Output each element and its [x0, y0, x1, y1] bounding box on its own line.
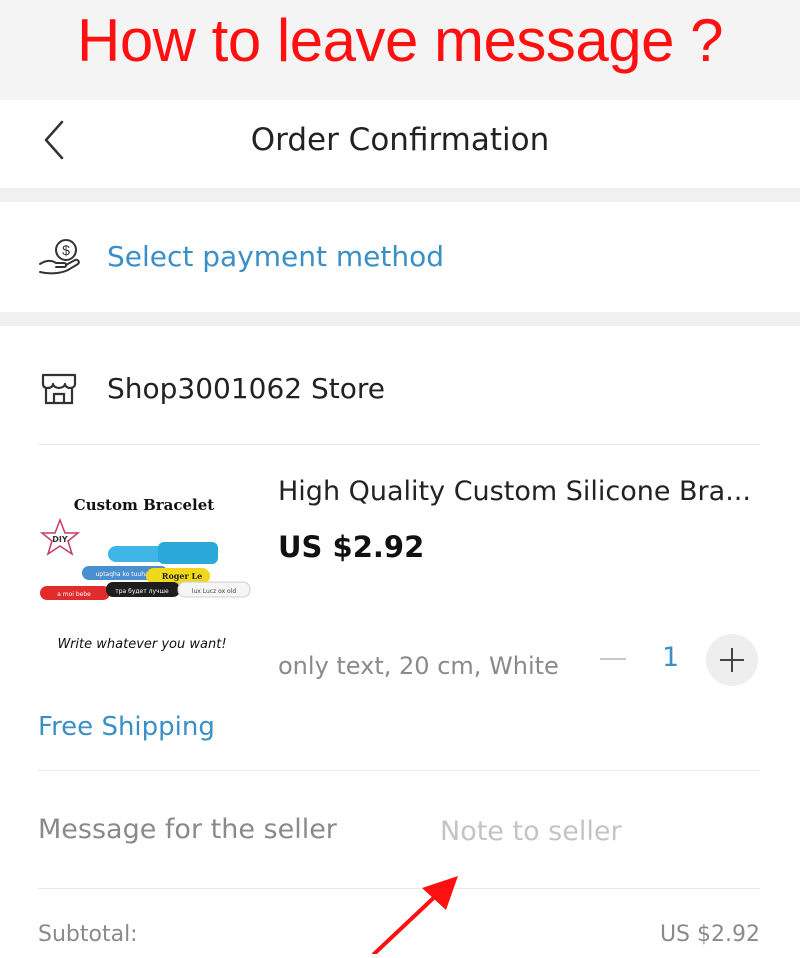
subtotal-label: Subtotal: — [38, 922, 138, 947]
minus-icon — [600, 658, 626, 660]
annotation-arrow-icon — [360, 870, 470, 956]
store-name[interactable]: Shop3001062 Store — [107, 372, 385, 405]
section-divider — [0, 312, 800, 326]
page-title: Order Confirmation — [250, 122, 550, 158]
instruction-title: How to leave message ? — [76, 7, 724, 74]
quantity-increase-button[interactable] — [706, 634, 758, 686]
svg-text:$: $ — [62, 242, 70, 258]
select-payment-link[interactable]: Select payment method — [107, 240, 444, 273]
divider — [38, 444, 760, 445]
message-label: Message for the seller — [38, 814, 337, 845]
star-label: DIY — [52, 535, 68, 544]
section-divider — [0, 188, 800, 202]
band-text: uptaqha ko tuuhaa — [96, 571, 153, 578]
shipping-label[interactable]: Free Shipping — [38, 712, 215, 742]
thumbnail-heading: Custom Bracelet — [74, 496, 215, 514]
quantity-value: 1 — [662, 642, 680, 673]
store-icon — [40, 372, 78, 406]
note-to-seller-input[interactable] — [440, 808, 760, 854]
band-text: a moi bebe — [57, 591, 91, 598]
plus-icon — [720, 648, 744, 672]
band-text: Roger Le — [162, 571, 202, 581]
thumbnail-caption: Write whatever you want! — [57, 637, 226, 652]
divider — [38, 770, 760, 771]
hand-dollar-icon: $ — [38, 238, 82, 276]
product-thumbnail[interactable]: Custom Bracelet DIY uptaqha ko tuuhaa Ro… — [38, 478, 252, 680]
subtotal-value: US $2.92 — [659, 922, 760, 947]
product-price: US $2.92 — [278, 530, 425, 564]
band-text: lux Lucz ox old — [192, 588, 237, 595]
quantity-decrease-button[interactable] — [588, 636, 638, 682]
product-title[interactable]: High Quality Custom Silicone Bra... — [278, 476, 751, 507]
product-options: only text, 20 cm, White — [278, 652, 559, 680]
band-text: тра будет лучше — [115, 588, 169, 595]
